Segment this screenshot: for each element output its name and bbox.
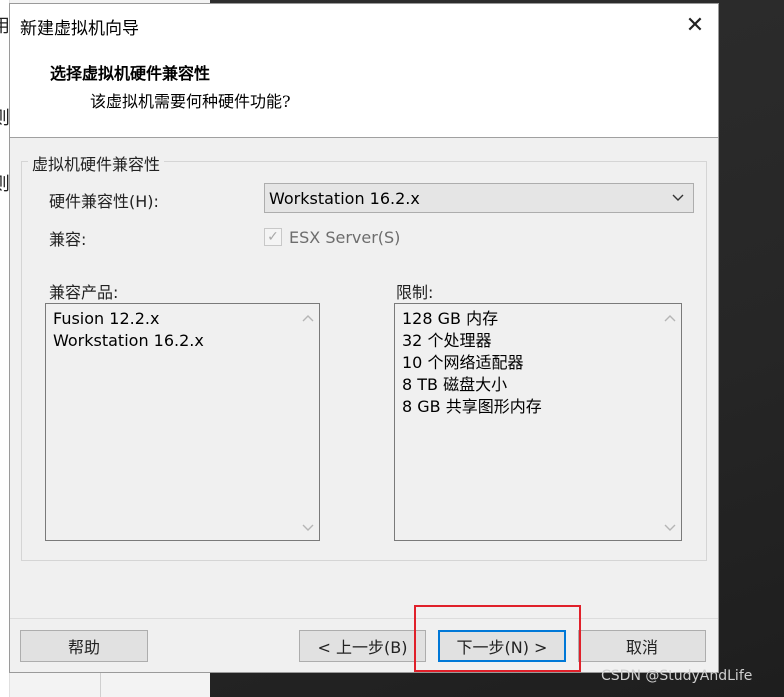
- list-item[interactable]: 10 个网络适配器: [402, 352, 542, 374]
- esx-server-checkbox[interactable]: ✓: [264, 228, 282, 246]
- list-item[interactable]: Workstation 16.2.x: [53, 330, 204, 352]
- list-item[interactable]: 8 GB 共享图形内存: [402, 396, 542, 418]
- new-vm-wizard-dialog: 新建虚拟机向导 ✕ 选择虚拟机硬件兼容性 该虚拟机需要何种硬件功能? 虚拟机硬件…: [9, 3, 719, 673]
- back-button[interactable]: < 上一步(B): [299, 630, 426, 662]
- scroll-down-icon[interactable]: [297, 518, 319, 536]
- esx-server-label: ESX Server(S): [289, 228, 401, 247]
- scroll-down-icon[interactable]: [659, 518, 681, 536]
- cancel-button[interactable]: 取消: [578, 630, 706, 662]
- group-legend: 虚拟机硬件兼容性: [28, 151, 165, 175]
- compat-products-list[interactable]: Fusion 12.2.x Workstation 16.2.x: [45, 303, 320, 541]
- scrollbar[interactable]: [659, 304, 681, 540]
- scroll-up-icon[interactable]: [297, 310, 319, 328]
- annotation-highlight-box: [414, 605, 581, 672]
- hw-compat-label: 硬件兼容性(H):: [49, 192, 159, 211]
- page-title: 选择虚拟机硬件兼容性: [50, 64, 211, 83]
- close-button[interactable]: ✕: [672, 4, 718, 46]
- compat-label: 兼容:: [49, 230, 87, 249]
- watermark: CSDN @StudyAndLife: [601, 668, 753, 684]
- limits-list[interactable]: 128 GB 内存 32 个处理器 10 个网络适配器 8 TB 磁盘大小 8 …: [394, 303, 682, 541]
- scroll-up-icon[interactable]: [659, 310, 681, 328]
- footer-divider: [10, 618, 718, 619]
- window-title: 新建虚拟机向导: [20, 19, 139, 39]
- hw-compat-select[interactable]: Workstation 16.2.x: [264, 183, 694, 213]
- limits-label: 限制:: [396, 283, 434, 302]
- list-item[interactable]: Fusion 12.2.x: [53, 308, 204, 330]
- chevron-down-icon: [672, 194, 684, 201]
- close-icon: ✕: [685, 12, 705, 38]
- page-subtitle: 该虚拟机需要何种硬件功能?: [90, 92, 291, 111]
- list-item[interactable]: 128 GB 内存: [402, 308, 542, 330]
- wizard-header: 选择虚拟机硬件兼容性 该虚拟机需要何种硬件功能?: [10, 46, 718, 138]
- compat-products-label: 兼容产品:: [49, 283, 119, 302]
- scrollbar[interactable]: [297, 304, 319, 540]
- hardware-compatibility-group: 虚拟机硬件兼容性 硬件兼容性(H): Workstation 16.2.x 兼容…: [21, 151, 707, 561]
- list-item[interactable]: 8 TB 磁盘大小: [402, 374, 542, 396]
- title-bar[interactable]: 新建虚拟机向导 ✕: [10, 4, 718, 46]
- help-button[interactable]: 帮助: [20, 630, 148, 662]
- hw-compat-value: Workstation 16.2.x: [269, 189, 420, 208]
- checkmark-icon: ✓: [267, 229, 279, 245]
- list-item[interactable]: 32 个处理器: [402, 330, 542, 352]
